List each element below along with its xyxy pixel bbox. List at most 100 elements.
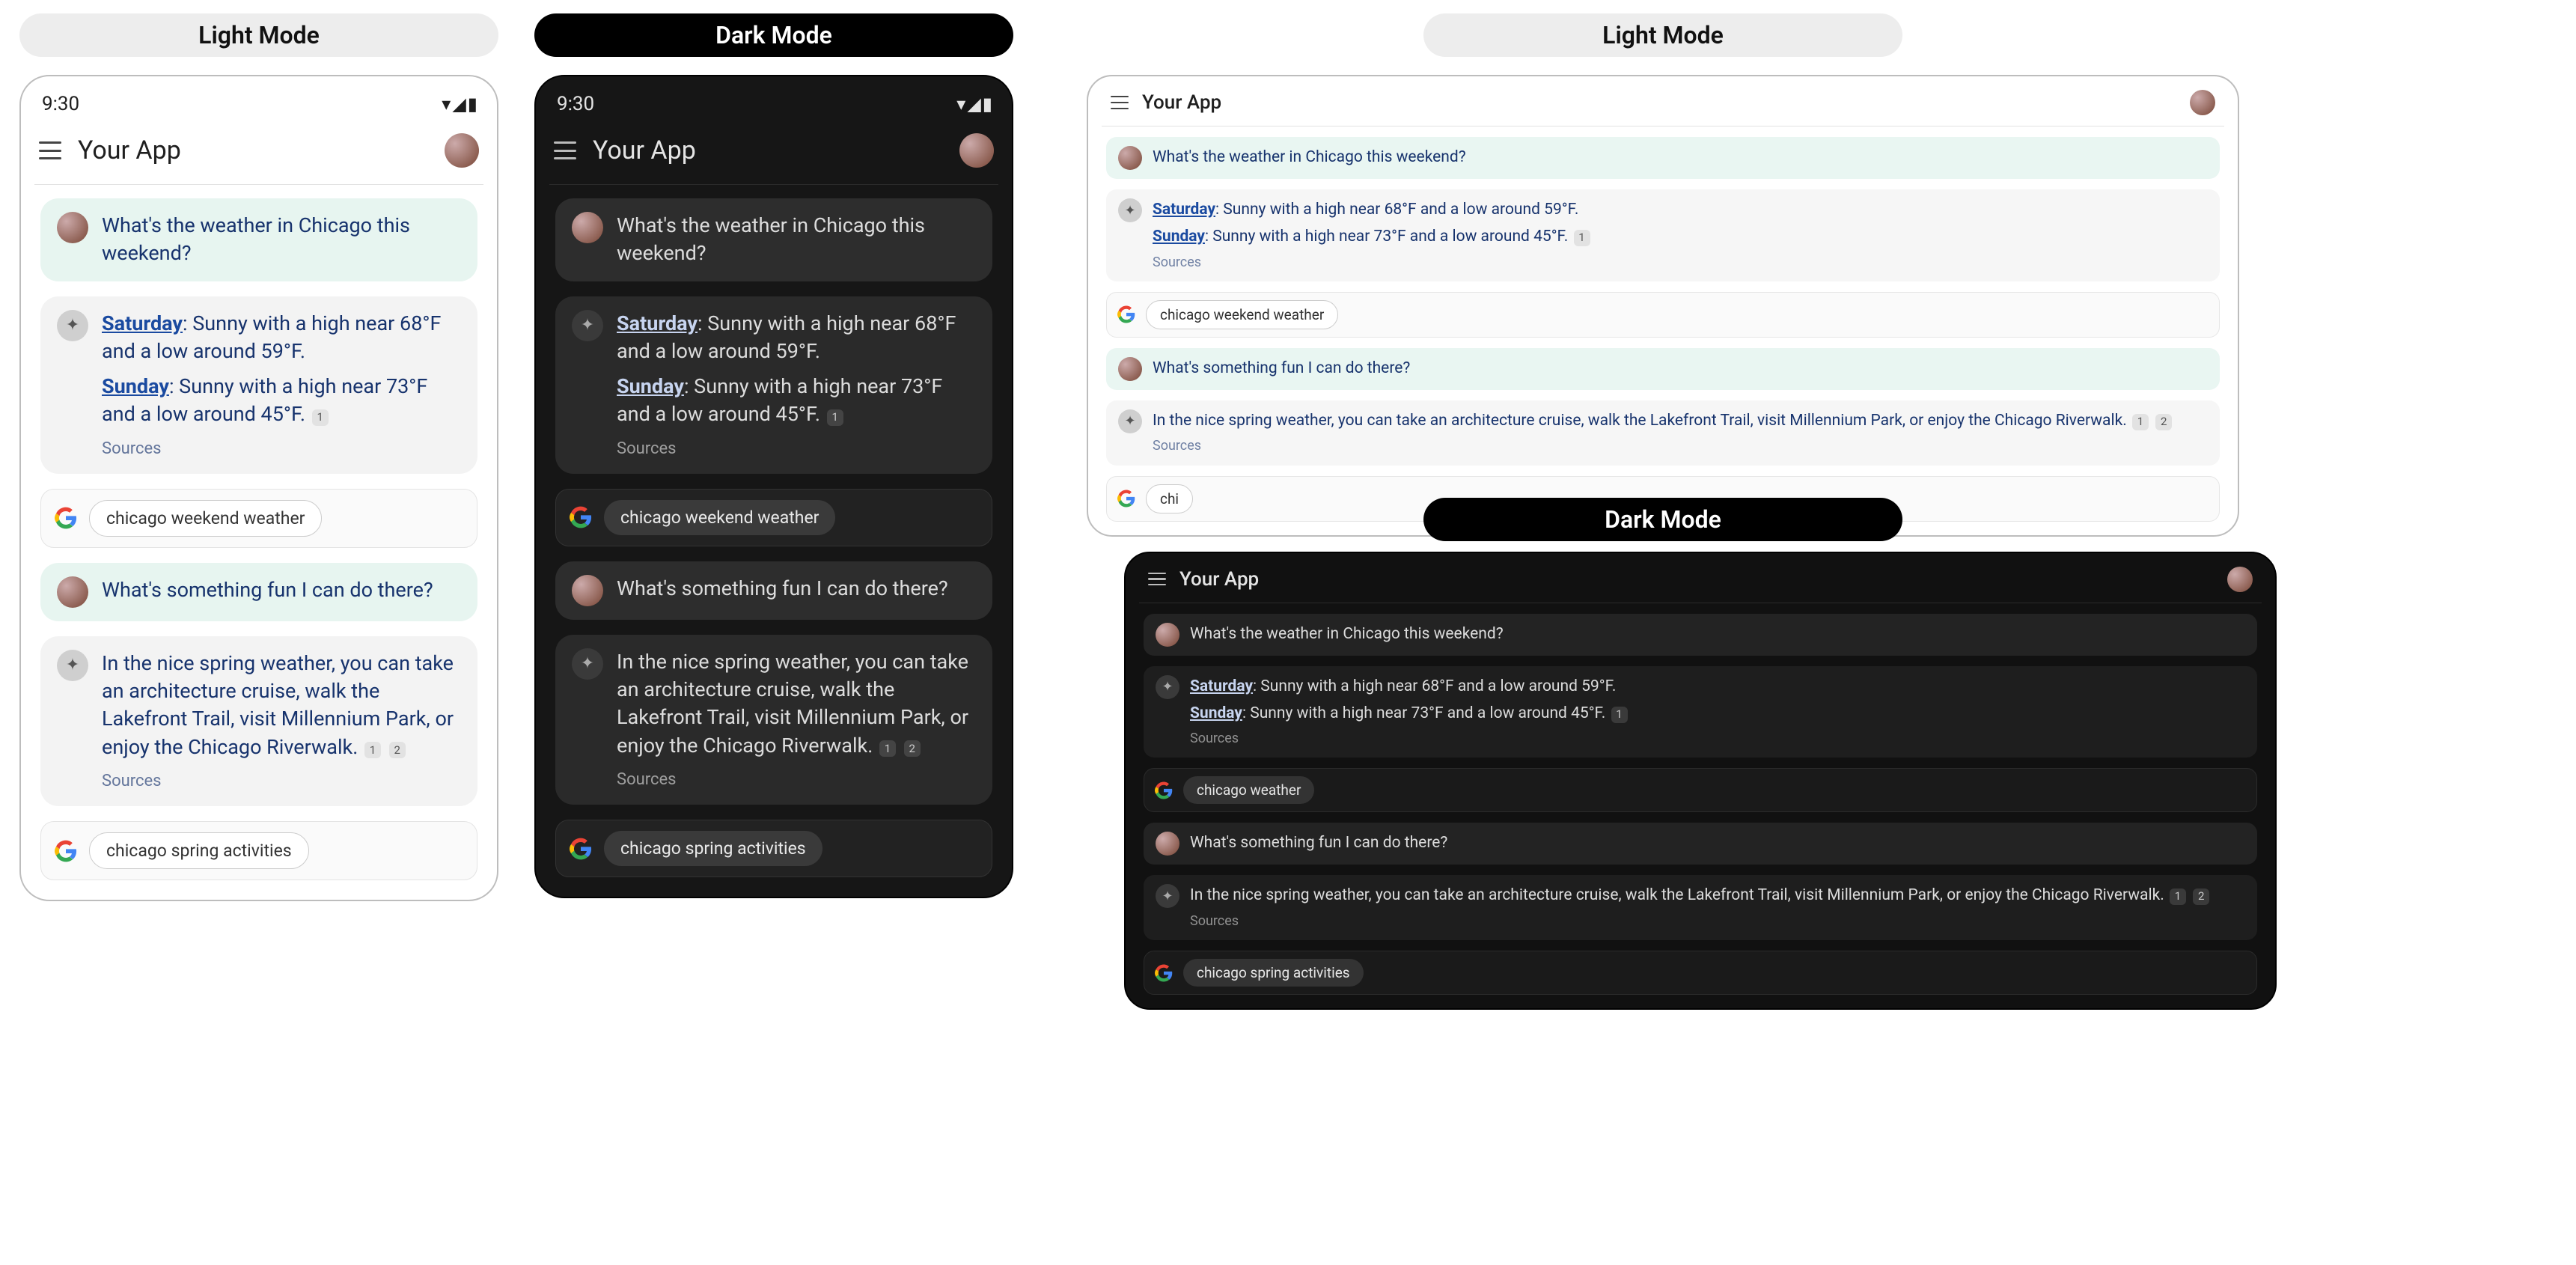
sources-label[interactable]: Sources: [617, 769, 976, 791]
user-message: What's something fun I can do there?: [40, 563, 477, 621]
status-icons: ▾ ◢ ▮: [956, 94, 991, 115]
mode-label-light: Light Mode: [1423, 13, 1902, 57]
sources-label[interactable]: Sources: [1153, 253, 2208, 272]
user-message-text: What's something fun I can do there?: [102, 576, 433, 608]
app-title: Your App: [1179, 568, 2214, 591]
app-bar: Your App: [34, 126, 483, 184]
search-chip[interactable]: chicago weekend weather: [1146, 300, 1338, 329]
user-avatar-icon: [1118, 146, 1142, 170]
profile-avatar[interactable]: [445, 133, 479, 168]
sources-row: chicago spring activities: [555, 820, 992, 877]
weekday-link[interactable]: Saturday: [1153, 201, 1215, 219]
sources-label[interactable]: Sources: [102, 770, 461, 793]
sources-row: chicago weather: [1144, 768, 2257, 812]
ai-answer-text: In the nice spring weather, you can take…: [102, 650, 461, 761]
weekday-link[interactable]: Sunday: [617, 374, 684, 398]
sources-row: chicago spring activities: [1144, 951, 2257, 995]
citation-badge[interactable]: 2: [389, 742, 406, 758]
citation-badge[interactable]: 1: [2170, 888, 2186, 905]
citation-badge[interactable]: 1: [2132, 414, 2149, 430]
google-logo-icon: [1117, 305, 1135, 323]
app-title: Your App: [593, 135, 943, 165]
google-logo-icon: [55, 840, 77, 862]
search-chip[interactable]: chicago spring activities: [604, 831, 822, 866]
ai-line-saturday: Saturday: Sunny with a high near 68°F an…: [1153, 198, 2208, 221]
citation-badge[interactable]: 2: [2193, 888, 2209, 905]
user-message: What's something fun I can do there?: [555, 561, 992, 620]
sources-label[interactable]: Sources: [1190, 729, 2245, 749]
weekday-link[interactable]: Saturday: [617, 311, 698, 335]
tablet-frame-dark: Your App What's the weather in Chicago t…: [1124, 552, 2277, 1011]
user-message-text: What's the weather in Chicago this weeke…: [617, 212, 976, 268]
ai-avatar-icon: [1118, 198, 1142, 222]
ai-message: In the nice spring weather, you can take…: [40, 636, 477, 806]
ai-avatar-icon: [57, 650, 88, 681]
weekday-link[interactable]: Saturday: [1190, 677, 1253, 695]
sources-label[interactable]: Sources: [102, 438, 461, 460]
app-bar: Your App: [1139, 564, 2262, 603]
ai-avatar-icon: [57, 310, 88, 341]
user-avatar-icon: [57, 212, 88, 243]
sources-label[interactable]: Sources: [1153, 436, 2208, 456]
status-time: 9:30: [557, 93, 594, 115]
menu-icon[interactable]: [554, 141, 576, 159]
citation-badge[interactable]: 2: [2155, 414, 2172, 430]
menu-icon[interactable]: [1148, 573, 1166, 586]
app-title: Your App: [78, 135, 428, 165]
search-chip[interactable]: chicago spring activities: [89, 832, 309, 869]
user-message: What's the weather in Chicago this weeke…: [555, 198, 992, 281]
user-message: What's the weather in Chicago this weeke…: [1106, 137, 2220, 179]
profile-avatar[interactable]: [2190, 90, 2215, 115]
status-icons: ▾ ◢ ▮: [442, 94, 476, 115]
search-chip[interactable]: chicago weekend weather: [89, 500, 322, 537]
profile-avatar[interactable]: [959, 133, 994, 168]
citation-badge[interactable]: 1: [1574, 230, 1590, 246]
menu-icon[interactable]: [39, 141, 61, 159]
citation-badge[interactable]: 1: [312, 409, 329, 426]
battery-icon: ▮: [468, 94, 476, 115]
status-bar: 9:30 ▾ ◢ ▮: [549, 93, 998, 126]
citation-badge[interactable]: 1: [827, 409, 843, 426]
ai-message: Saturday: Sunny with a high near 68°F an…: [555, 296, 992, 474]
status-time: 9:30: [42, 93, 79, 115]
sources-label[interactable]: Sources: [617, 438, 976, 460]
ai-avatar-icon: [1118, 409, 1142, 433]
weekday-link[interactable]: Sunday: [1153, 228, 1205, 246]
app-title: Your App: [1142, 91, 2176, 114]
ai-message: Saturday: Sunny with a high near 68°F an…: [1106, 189, 2220, 281]
sources-label[interactable]: Sources: [1190, 912, 2245, 931]
ai-message: In the nice spring weather, you can take…: [555, 635, 992, 805]
ai-message: In the nice spring weather, you can take…: [1144, 875, 2257, 940]
search-chip[interactable]: chicago weather: [1183, 776, 1314, 804]
ai-line-sunday: Sunday: Sunny with a high near 73°F and …: [617, 373, 976, 429]
user-message-text: What's the weather in Chicago this weeke…: [1190, 623, 2245, 645]
ai-avatar-icon: [1156, 884, 1179, 908]
phone-frame-dark: 9:30 ▾ ◢ ▮ Your App What's the weather i…: [534, 75, 1013, 898]
search-chip[interactable]: chicago weekend weather: [604, 500, 835, 535]
weekday-link[interactable]: Sunday: [1190, 704, 1242, 722]
ai-message: Saturday: Sunny with a high near 68°F an…: [40, 296, 477, 474]
app-bar: Your App: [1102, 87, 2224, 126]
search-chip[interactable]: chicago spring activities: [1183, 959, 1364, 987]
ai-line-sunday: Sunday: Sunny with a high near 73°F and …: [102, 373, 461, 429]
user-message-text: What's the weather in Chicago this weeke…: [102, 212, 461, 268]
google-logo-icon: [570, 506, 592, 528]
menu-icon[interactable]: [1111, 96, 1129, 109]
phone-frame-light: 9:30 ▾ ◢ ▮ Your App What's the weather i…: [19, 75, 498, 901]
tablet-frame-light: Your App What's the weather in Chicago t…: [1087, 75, 2239, 537]
wifi-icon: ▾: [442, 94, 449, 115]
citation-badge[interactable]: 1: [364, 742, 381, 758]
citation-badge[interactable]: 1: [879, 740, 896, 757]
ai-message: Saturday: Sunny with a high near 68°F an…: [1144, 666, 2257, 758]
citation-badge[interactable]: 2: [904, 740, 921, 757]
ai-avatar-icon: [572, 648, 603, 680]
app-bar: Your App: [549, 126, 998, 184]
google-logo-icon: [1155, 964, 1173, 982]
mode-label-light: Light Mode: [19, 13, 498, 57]
ai-avatar-icon: [1156, 675, 1179, 699]
profile-avatar[interactable]: [2227, 567, 2253, 592]
weekday-link[interactable]: Sunday: [102, 374, 169, 398]
citation-badge[interactable]: 1: [1611, 707, 1628, 723]
status-bar: 9:30 ▾ ◢ ▮: [34, 93, 483, 126]
weekday-link[interactable]: Saturday: [102, 311, 183, 335]
